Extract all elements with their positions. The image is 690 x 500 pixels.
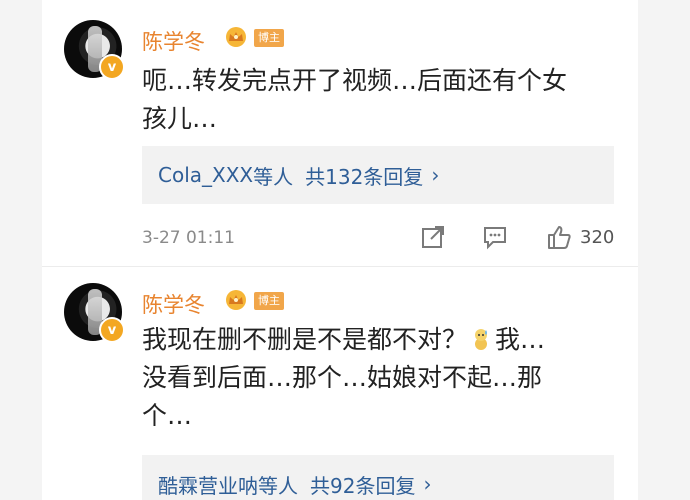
comment-text-line: 呃…转发完点开了视频…后面还有个女 <box>142 66 568 95</box>
blogger-badge: 博主 <box>254 29 284 47</box>
blogger-badge: 博主 <box>254 292 284 310</box>
comment-text: 呃…转发完点开了视频…后面还有个女 孩儿… <box>142 62 622 138</box>
comment-meta: 3-27 01:11 320 <box>142 222 614 256</box>
reply-users: Cola_XXX <box>158 163 254 187</box>
chevron-right-icon: › <box>423 472 432 496</box>
comment-text-segment: 我现在删不删是不是都不对？ <box>142 325 468 354</box>
comment-text-line: 我现在删不删是不是都不对？ 我… <box>142 321 612 359</box>
verified-badge-icon: v <box>99 54 125 80</box>
comment-icon[interactable] <box>482 224 508 250</box>
left-gutter <box>0 0 42 500</box>
reply-count: 共132条回复 <box>305 164 424 189</box>
avatar[interactable]: v <box>64 20 125 80</box>
right-gutter <box>638 0 690 500</box>
crown-icon <box>226 290 246 310</box>
username[interactable]: 陈学冬 <box>142 26 205 56</box>
username[interactable]: 陈学冬 <box>142 289 205 319</box>
share-icon[interactable] <box>420 224 446 250</box>
timestamp: 3-27 01:11 <box>142 228 235 248</box>
comment-text-line: 个… <box>142 401 193 430</box>
comment-text-segment: 我… <box>495 325 546 354</box>
thumbs-up-icon[interactable] <box>546 224 572 250</box>
like-count: 320 <box>580 227 615 248</box>
comment-item: v 陈学冬 博主 我现在删不删是不是都不对？ 我… 没看到后面…那个…姑娘对不起… <box>42 266 638 500</box>
chevron-right-icon: › <box>431 163 440 187</box>
crown-icon <box>226 27 246 47</box>
comment-text: 我现在删不删是不是都不对？ 我… 没看到后面…那个…姑娘对不起…那 个… <box>142 321 612 435</box>
reply-users-suffix: 等人 <box>258 473 298 498</box>
replies-link[interactable]: 酷霖营业呐 等人 共92条回复 › <box>142 455 614 500</box>
comment-feed: v 陈学冬 博主 呃…转发完点开了视频…后面还有个女 孩儿… Cola_XXX … <box>0 0 690 500</box>
reply-users-suffix: 等人 <box>253 164 294 189</box>
comment-text-line: 孩儿… <box>142 104 218 133</box>
comment-text-line: 没看到后面…那个…姑娘对不起…那 <box>142 363 543 392</box>
replies-link[interactable]: Cola_XXX 等人 共132条回复 › <box>142 146 614 204</box>
reply-count: 共92条回复 <box>310 473 416 498</box>
comment-item: v 陈学冬 博主 呃…转发完点开了视频…后面还有个女 孩儿… Cola_XXX … <box>42 0 638 266</box>
reply-users: 酷霖营业呐 <box>158 473 258 498</box>
avatar[interactable]: v <box>64 283 125 343</box>
verified-badge-icon: v <box>99 317 125 343</box>
sweat-emoji-icon <box>475 329 488 350</box>
